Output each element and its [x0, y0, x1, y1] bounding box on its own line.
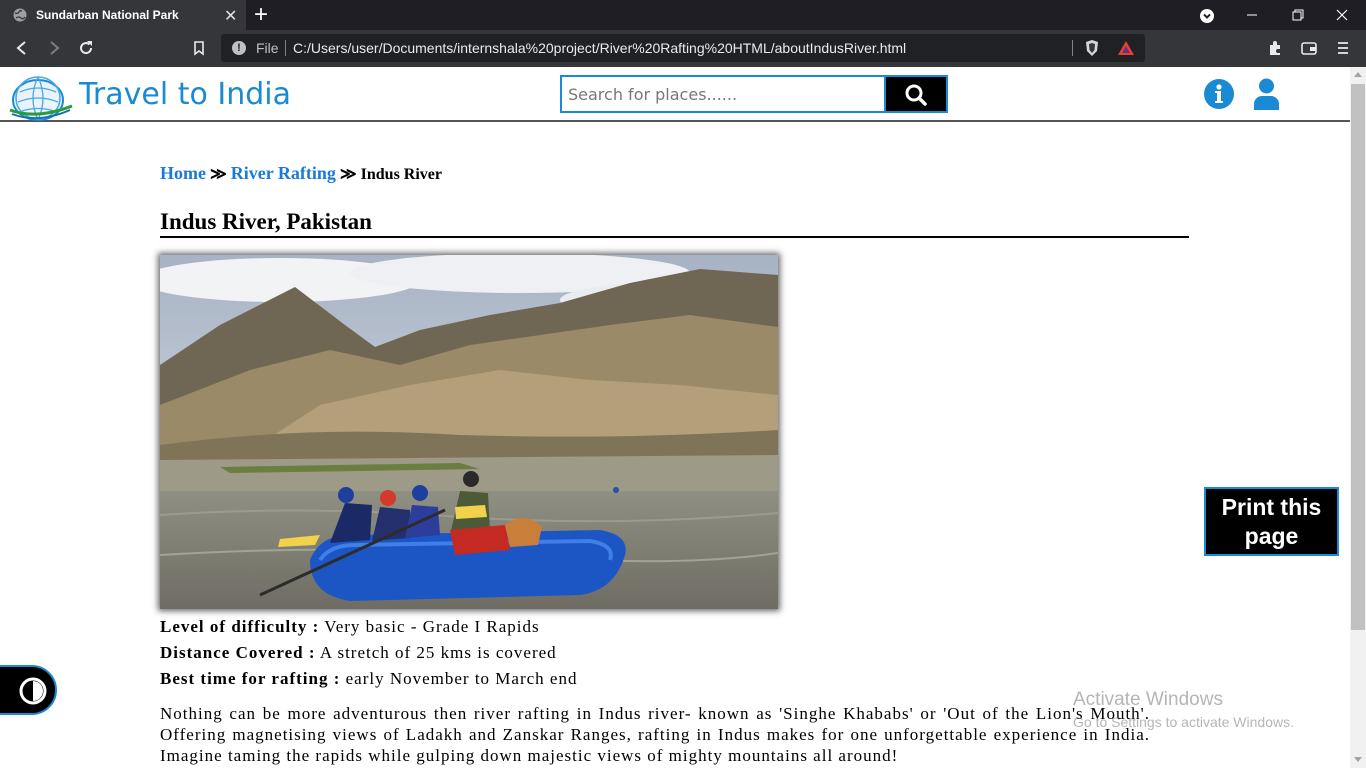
indus-river-rafting-photo [160, 255, 778, 609]
brave-rewards-icon[interactable] [1117, 39, 1135, 57]
breadcrumb-river-rafting-link[interactable]: River Rafting [231, 163, 336, 183]
search-input[interactable] [562, 77, 884, 111]
watermark-subtitle: Go to Settings to activate Windows. [1073, 714, 1294, 730]
breadcrumb: Home ≫ River Rafting ≫ Indus River [160, 163, 442, 184]
bookmark-icon[interactable] [190, 39, 208, 57]
scroll-thumb[interactable] [1351, 84, 1365, 630]
fact-best-time: Best time for rafting : early November t… [160, 669, 577, 695]
browser-tab-strip: Sundarban National Park ✕ + [0, 0, 1366, 30]
fact-difficulty-label: Level of difficulty : [160, 617, 320, 636]
menu-icon[interactable] [1334, 39, 1352, 57]
watermark-title: Activate Windows [1073, 689, 1223, 710]
url-separator [285, 40, 286, 56]
site-title[interactable]: Travel to India [79, 77, 291, 112]
print-page-button[interactable]: Print this page [1204, 487, 1339, 556]
globe-icon [13, 8, 27, 22]
browser-tab[interactable]: Sundarban National Park ✕ [0, 0, 246, 30]
fact-difficulty: Level of difficulty : Very basic - Grade… [160, 617, 577, 643]
search-button[interactable] [884, 75, 948, 113]
globe-logo-icon[interactable] [6, 70, 74, 122]
fact-distance-label: Distance Covered : [160, 643, 316, 662]
close-icon [1336, 9, 1348, 21]
fact-best-time-label: Best time for rafting : [160, 669, 341, 688]
activate-windows-watermark: Activate Windows Go to Settings to activ… [1073, 689, 1294, 730]
fact-best-time-value: early November to March end [345, 669, 578, 688]
restore-icon [1292, 9, 1304, 21]
fact-difficulty-value: Very basic - Grade I Rapids [324, 617, 540, 636]
url-scheme-label: File [256, 40, 279, 56]
close-window-button[interactable] [1320, 0, 1366, 30]
page-title: Indus River, Pakistan [160, 209, 1189, 238]
wallet-icon[interactable] [1300, 39, 1318, 57]
minimize-icon [1247, 14, 1257, 16]
back-arrow-icon[interactable] [13, 39, 31, 57]
scroll-up-arrow-icon[interactable] [1354, 72, 1362, 77]
tab-search-button[interactable] [1184, 0, 1230, 30]
site-info-icon[interactable]: ! [232, 41, 246, 55]
search-icon [905, 84, 927, 106]
brave-shield-icon[interactable] [1084, 39, 1100, 57]
breadcrumb-separator: ≫ [209, 166, 227, 183]
url-text[interactable]: C:/Users/user/Documents/internshala%20pr… [293, 40, 906, 56]
chevron-down-circle-icon [1200, 9, 1214, 23]
site-header: Travel to India [0, 67, 1350, 122]
info-icon[interactable] [1204, 79, 1234, 109]
contrast-icon [19, 677, 47, 705]
reload-icon[interactable] [77, 39, 95, 57]
address-bar[interactable]: ! File C:/Users/user/Documents/internsha… [221, 34, 1145, 62]
breadcrumb-separator: ≫ [339, 166, 357, 183]
minimize-button[interactable] [1230, 0, 1276, 30]
extensions-icon[interactable] [1266, 39, 1284, 57]
tab-close-icon[interactable]: ✕ [224, 6, 237, 26]
page-scrollbar[interactable] [1350, 67, 1366, 768]
scroll-down-arrow-icon[interactable] [1354, 757, 1362, 762]
search-box [560, 75, 884, 113]
tab-title: Sundarban National Park [36, 8, 179, 22]
contrast-toggle-button[interactable] [0, 665, 57, 715]
user-icon[interactable] [1253, 78, 1280, 110]
fact-distance-value: A stretch of 25 kms is covered [319, 643, 557, 662]
river-description: Nothing can be more adventurous then riv… [160, 704, 1150, 765]
url-separator-right [1072, 40, 1073, 56]
restore-button[interactable] [1276, 0, 1322, 30]
breadcrumb-current: Indus River [360, 166, 442, 183]
browser-toolbar: ! File C:/Users/user/Documents/internsha… [0, 30, 1366, 67]
breadcrumb-home-link[interactable]: Home [160, 163, 206, 183]
forward-arrow-icon[interactable] [45, 39, 63, 57]
rafting-facts: Level of difficulty : Very basic - Grade… [160, 617, 577, 695]
new-tab-button[interactable]: + [254, 1, 268, 29]
fact-distance: Distance Covered : A stretch of 25 kms i… [160, 643, 577, 669]
